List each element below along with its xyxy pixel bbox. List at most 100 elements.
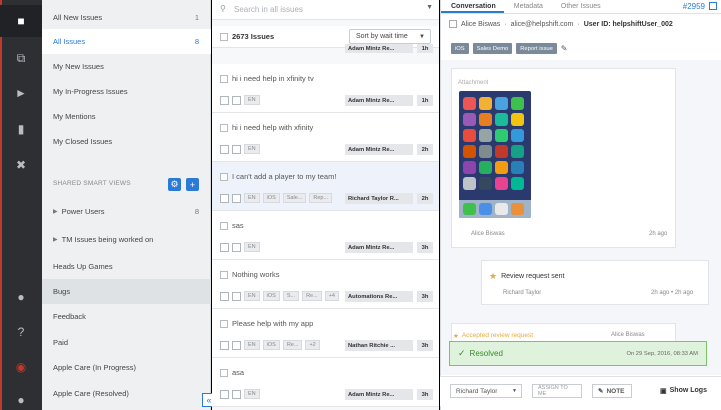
select-all-checkbox[interactable] [220, 32, 228, 41]
view-apple-care-in-progress[interactable]: Apple Care (In Progress) [42, 355, 211, 380]
view-paid[interactable]: Paid [42, 330, 211, 355]
issue-tags: iOS Sales Demo Report issue ✎ [451, 43, 568, 54]
tools-icon[interactable]: ✖ [0, 149, 42, 181]
issue-title: asa [232, 368, 245, 377]
bell-icon[interactable]: ● [0, 281, 42, 313]
issue-title: Nothing works [232, 270, 280, 279]
review-request-message [481, 260, 709, 305]
issue-tag: Rep... [309, 193, 333, 203]
issue-title-row: Please help with my app [220, 319, 313, 328]
search-input[interactable]: ⚲ Search in all issues ▼ [212, 0, 439, 20]
app-icon [495, 177, 508, 190]
accepted-label: Accepted review request [461, 332, 534, 339]
issue-row[interactable]: hi i need help with xfinity EN Adam Mintz … [212, 113, 439, 162]
filter-my-mentions[interactable]: My Mentions [42, 104, 211, 129]
star-icon: ★ [489, 271, 498, 281]
issue-checkbox[interactable] [220, 368, 228, 377]
issue-row[interactable]: I can't add a player to my team! EN iOS Sal… [212, 162, 439, 211]
assign-to-me-button[interactable]: ASSIGN TO ME [532, 384, 582, 398]
edit-tags-icon[interactable]: ✎ [561, 44, 568, 53]
shared-views-header: SHARED SMART VIEWS [53, 180, 131, 187]
external-link-icon[interactable] [709, 2, 717, 10]
issue-checkbox[interactable] [220, 123, 228, 132]
app-icon [463, 113, 476, 126]
bar-chart-icon[interactable]: ▮ [0, 113, 42, 145]
view-count: 8 [194, 207, 199, 216]
show-logs-button[interactable]: ▣ Show Logs [660, 387, 707, 395]
app-icon [463, 129, 476, 142]
issue-checkbox[interactable] [220, 319, 228, 328]
app-icon [495, 113, 508, 126]
filter-my-closed-issues[interactable]: My Closed Issues [42, 129, 211, 154]
view-power-users[interactable]: ▶ Power Users 8 [42, 199, 211, 224]
issue-title-row: asa [220, 368, 244, 377]
issue-meta: EN [220, 242, 260, 252]
partial-row: Adam Mintz Re... 1h [212, 41, 439, 53]
eye-icon[interactable]: ◉ [0, 351, 42, 383]
phone-dock [459, 200, 531, 218]
issue-row[interactable]: asa EN Adam Mintz Re... 3h [212, 358, 439, 407]
issue-checkbox[interactable] [220, 74, 228, 83]
filter-all-issues[interactable]: All Issues 8 [42, 29, 211, 54]
assignee-select[interactable]: Richard Taylor ▼ [450, 384, 522, 398]
filter-label: All Issues [53, 37, 86, 46]
issue-tag: EN [244, 144, 260, 154]
tab-other-issues[interactable]: Other Issues [551, 0, 609, 13]
chevron-down-icon[interactable]: ▼ [426, 4, 433, 11]
issue-tag: EN [244, 193, 260, 203]
tag-report-issue[interactable]: Report issue [516, 43, 557, 54]
pencil-icon: ✎ [598, 388, 604, 395]
assignee-value: Richard Taylor [456, 387, 498, 395]
filter-label: My New Issues [53, 62, 104, 71]
filter-my-in-progress[interactable]: My In-Progress Issues [42, 79, 211, 104]
settings-icon[interactable]: ⚙ [168, 178, 181, 191]
app-icon [463, 177, 476, 190]
view-heads-up-games[interactable]: Heads Up Games [42, 254, 211, 279]
note-button[interactable]: ✎ NOTE [592, 384, 632, 398]
issue-id-link[interactable]: #2959 [683, 2, 705, 11]
issue-row[interactable]: hi i need help in xfinity tv EN Adam Mintz… [212, 64, 439, 113]
filter-label: All New Issues [53, 13, 103, 22]
issue-row[interactable]: Please help with my app EN iOS Re... +2 Natha… [212, 309, 439, 358]
search-icon: ⚲ [220, 4, 226, 13]
issue-tag: iOS [262, 291, 280, 301]
filter-all-new-issues[interactable]: All New Issues 1 [42, 5, 211, 30]
issue-count: 2673 Issues [232, 32, 275, 41]
resolved-time: On 29 Sep, 2016, 08:33 AM [626, 350, 698, 357]
megaphone-icon[interactable]: ► [0, 77, 42, 109]
issue-row[interactable]: Nothing works EN iOS S... Re... +4 Automations… [212, 260, 439, 309]
screenshot-attachment[interactable] [459, 91, 531, 218]
issue-tag: +4 [324, 291, 339, 301]
copy-icon[interactable]: ⧉ [0, 42, 42, 74]
assignee-badge: Richard Taylor R... [345, 193, 413, 204]
chat-icon[interactable]: ■ [0, 5, 42, 37]
issue-checkbox[interactable] [220, 221, 228, 230]
issue-meta: EN iOS Re... +2 [220, 340, 320, 350]
filter-count: 8 [194, 37, 199, 46]
filter-my-new-issues[interactable]: My New Issues [42, 54, 211, 79]
issue-meta: EN [220, 144, 260, 154]
view-bugs[interactable]: Bugs [42, 279, 211, 304]
platform-icon [232, 95, 241, 105]
view-label: Heads Up Games [53, 262, 113, 271]
issue-tag: Re... [282, 340, 303, 350]
user-icon[interactable]: ● [0, 384, 42, 410]
view-tm-issues[interactable]: ▶ TM Issues being worked on [42, 227, 211, 252]
issue-tag: EN [244, 242, 260, 252]
wait-time: 1h [417, 44, 433, 53]
platform-icon [220, 242, 229, 252]
view-feedback[interactable]: Feedback [42, 304, 211, 329]
tab-metadata[interactable]: Metadata [504, 0, 551, 13]
help-icon[interactable]: ? [0, 316, 42, 348]
issue-row[interactable]: sas EN Adam Mintz Re... 3h [212, 211, 439, 260]
view-apple-care-resolved[interactable]: Apple Care (Resolved) [42, 381, 211, 406]
tag-sales-demo[interactable]: Sales Demo [472, 43, 513, 54]
issue-checkbox[interactable] [220, 270, 228, 279]
issue-tag: EN [244, 340, 260, 350]
tab-conversation[interactable]: Conversation [441, 0, 504, 13]
add-view-button[interactable]: + [186, 178, 199, 191]
tag-ios[interactable]: iOS [451, 43, 469, 54]
accepted-review: ★ Accepted review request [453, 332, 533, 340]
chevron-down-icon: ▼ [419, 33, 425, 40]
issue-checkbox[interactable] [220, 172, 228, 181]
